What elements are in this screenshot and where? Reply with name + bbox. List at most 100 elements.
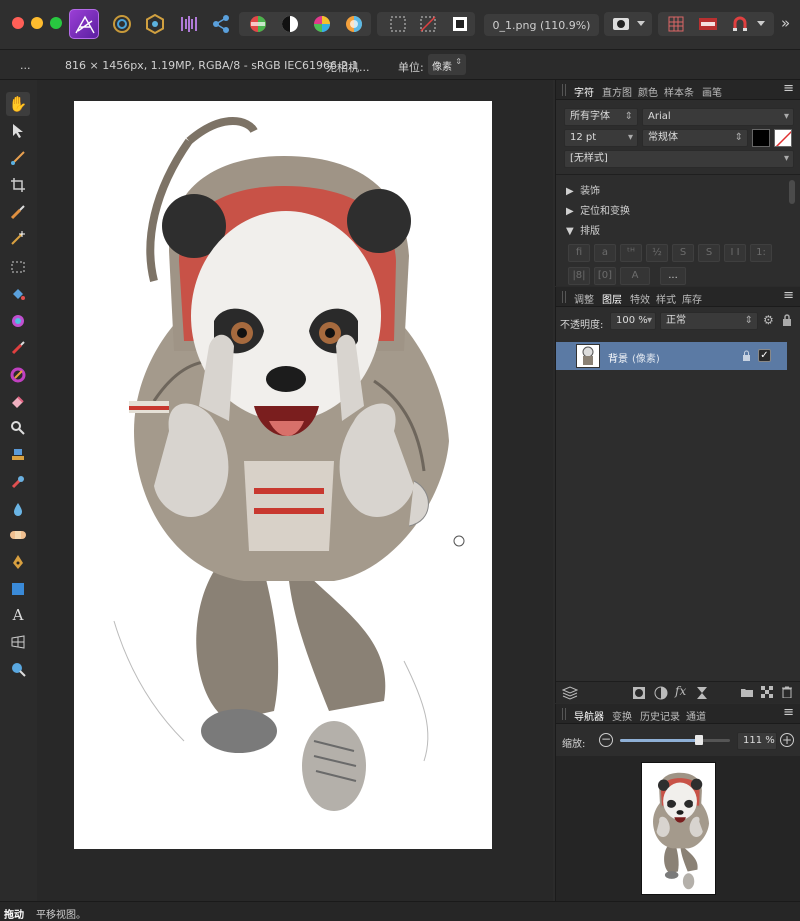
text-fill-swatch[interactable] bbox=[752, 129, 770, 147]
adjustment-layer-icon[interactable] bbox=[654, 686, 668, 703]
gradient-tool-icon[interactable] bbox=[6, 309, 30, 333]
text-stroke-swatch[interactable] bbox=[774, 129, 792, 147]
canvas-area[interactable] bbox=[37, 80, 553, 901]
oldstyle-figures-button[interactable]: |8| bbox=[568, 267, 590, 285]
panel-menu-icon[interactable]: ≡ bbox=[783, 288, 794, 303]
deselect-icon[interactable] bbox=[414, 10, 442, 38]
pen-tool-icon[interactable] bbox=[6, 550, 30, 574]
crop-tool-icon[interactable] bbox=[6, 173, 30, 197]
black-white-icon[interactable] bbox=[276, 10, 304, 38]
panel-menu-icon[interactable]: ≡ bbox=[783, 81, 794, 96]
panel-menu-icon[interactable]: ≡ bbox=[783, 705, 794, 720]
minimize-window-button[interactable] bbox=[31, 17, 43, 29]
tab-swatches[interactable]: 样本条 bbox=[664, 84, 694, 99]
mask-layer-icon[interactable] bbox=[632, 686, 646, 703]
tab-character[interactable]: 字符 bbox=[574, 84, 594, 99]
zoom-field[interactable]: 111 % bbox=[737, 732, 777, 750]
fractions-button[interactable]: ½ bbox=[646, 244, 668, 262]
rectangular-marquee-tool-icon[interactable] bbox=[6, 255, 30, 279]
ordinals-button[interactable]: ᵗᴴ bbox=[620, 244, 642, 262]
hsl-icon[interactable] bbox=[308, 10, 336, 38]
delete-layer-icon[interactable] bbox=[782, 686, 792, 701]
case-sensitive-button[interactable]: 1: bbox=[750, 244, 772, 262]
erase-tool-icon[interactable] bbox=[6, 389, 30, 413]
section-position-transform[interactable]: ▶ 定位和变换 bbox=[566, 202, 630, 217]
quick-mask-icon[interactable] bbox=[607, 10, 635, 38]
slashed-zero-button[interactable]: [0] bbox=[594, 267, 616, 285]
document-canvas[interactable] bbox=[74, 101, 492, 849]
paint-brush-tool-icon[interactable] bbox=[6, 336, 30, 360]
dodge-tool-icon[interactable] bbox=[6, 416, 30, 440]
font-size-field[interactable]: 12 pt ▾ bbox=[564, 129, 638, 147]
zoom-slider-handle[interactable] bbox=[695, 735, 704, 745]
text-style-field[interactable]: [无样式] ▾ bbox=[564, 150, 794, 168]
export-persona-icon[interactable] bbox=[207, 10, 235, 38]
blend-mode-select[interactable]: 正常 ⇕ bbox=[660, 312, 758, 330]
font-style-select[interactable]: 常规体 ⇕ bbox=[642, 129, 748, 147]
zoom-out-icon[interactable]: − bbox=[599, 733, 613, 747]
assistant-icon[interactable] bbox=[694, 10, 722, 38]
rectangle-tool-icon[interactable] bbox=[6, 577, 30, 601]
more-typography-button[interactable]: ... bbox=[660, 267, 686, 285]
panel-scrollbar[interactable] bbox=[789, 180, 795, 204]
grid-icon[interactable] bbox=[662, 10, 690, 38]
move-tool-icon[interactable] bbox=[6, 119, 30, 143]
context-menu-button[interactable]: ... bbox=[20, 59, 31, 72]
artistic-text-tool-icon[interactable]: A bbox=[6, 603, 30, 627]
panel-grip-icon[interactable] bbox=[562, 708, 566, 720]
ligatures-button[interactable]: fi bbox=[568, 244, 590, 262]
panel-grip-icon[interactable] bbox=[562, 84, 566, 96]
font-collection-select[interactable]: 所有字体 ⇕ bbox=[564, 108, 638, 126]
marquee-icon[interactable] bbox=[384, 10, 412, 38]
flood-select-tool-icon[interactable] bbox=[6, 226, 30, 250]
tab-navigator[interactable]: 导航器 bbox=[574, 708, 604, 723]
maximize-window-button[interactable] bbox=[50, 17, 62, 29]
tab-styles[interactable]: 样式 bbox=[656, 291, 676, 306]
mesh-warp-tool-icon[interactable] bbox=[6, 630, 30, 654]
superscript-button[interactable]: S bbox=[672, 244, 694, 262]
new-group-folder-icon[interactable] bbox=[740, 687, 754, 701]
tab-brushes[interactable]: 画笔 bbox=[702, 84, 722, 99]
blur-brush-tool-icon[interactable] bbox=[6, 497, 30, 521]
opacity-field[interactable]: 100 % ▾ bbox=[610, 312, 656, 330]
unit-select[interactable]: 像素 ⇕ bbox=[428, 54, 466, 75]
develop-persona-icon[interactable] bbox=[141, 10, 169, 38]
subscript-button[interactable]: S bbox=[698, 244, 720, 262]
tab-color[interactable]: 颜色 bbox=[638, 84, 658, 99]
swash-button[interactable]: A bbox=[620, 267, 650, 285]
live-filter-icon[interactable]: fx bbox=[675, 684, 686, 698]
white-balance-icon[interactable] bbox=[340, 10, 368, 38]
invert-selection-icon[interactable] bbox=[446, 10, 474, 38]
clone-tool-icon[interactable] bbox=[6, 443, 30, 467]
layer-row[interactable]: 背景 (像素) ✓ bbox=[556, 342, 787, 370]
tab-histogram[interactable]: 直方图 bbox=[602, 84, 632, 99]
color-balance-icon[interactable] bbox=[244, 10, 272, 38]
layer-lock-icon[interactable] bbox=[742, 350, 751, 364]
close-window-button[interactable] bbox=[12, 17, 24, 29]
tab-transform[interactable]: 变换 bbox=[612, 708, 632, 723]
panel-grip-icon[interactable] bbox=[562, 291, 566, 303]
lock-icon[interactable] bbox=[782, 314, 792, 329]
liquify-persona-icon[interactable] bbox=[108, 10, 136, 38]
tabular-figures-button[interactable]: I I bbox=[724, 244, 746, 262]
snapping-magnet-icon[interactable] bbox=[726, 10, 754, 38]
font-family-field[interactable]: Arial ▾ bbox=[642, 108, 794, 126]
blemish-removal-tool-icon[interactable] bbox=[6, 470, 30, 494]
new-pixel-layer-icon[interactable] bbox=[761, 686, 773, 701]
tab-stock[interactable]: 库存 bbox=[682, 291, 702, 306]
layer-stack-icon[interactable] bbox=[561, 686, 579, 703]
color-picker-tool-icon[interactable] bbox=[6, 146, 30, 170]
tone-mapping-persona-icon[interactable] bbox=[175, 10, 203, 38]
tab-history[interactable]: 历史记录 bbox=[640, 708, 680, 723]
navigator-preview-area[interactable] bbox=[556, 756, 800, 901]
layer-visibility-checkbox[interactable]: ✓ bbox=[758, 349, 771, 362]
document-tab[interactable]: 0_1.png (110.9%) bbox=[484, 14, 599, 36]
chevron-down-icon[interactable] bbox=[632, 10, 650, 38]
camera-info[interactable]: 无相机... bbox=[326, 59, 370, 75]
selection-brush-tool-icon[interactable] bbox=[6, 200, 30, 224]
gear-icon[interactable]: ⚙ bbox=[763, 313, 774, 327]
flood-fill-tool-icon[interactable] bbox=[6, 282, 30, 306]
inpainting-tool-icon[interactable] bbox=[6, 523, 30, 547]
tab-effects[interactable]: 特效 bbox=[630, 291, 650, 306]
section-decorations[interactable]: ▶ 装饰 bbox=[566, 182, 600, 197]
